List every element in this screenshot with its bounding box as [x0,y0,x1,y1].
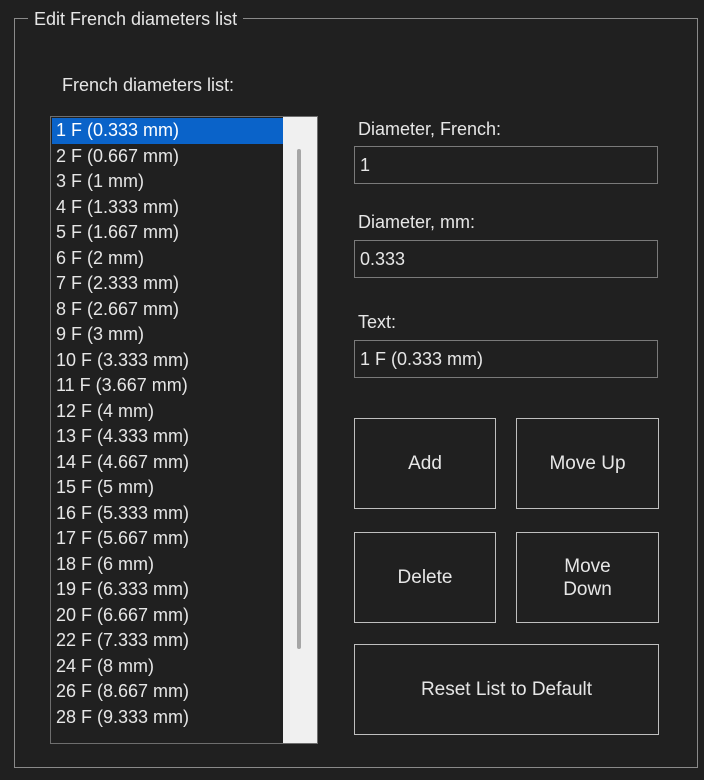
list-item[interactable]: 13 F (4.333 mm) [52,424,284,450]
list-item[interactable]: 22 F (7.333 mm) [52,628,284,654]
scrollbar-thumb[interactable] [297,149,301,649]
list-item[interactable]: 17 F (5.667 mm) [52,526,284,552]
add-button[interactable]: Add [354,418,496,509]
diameter-mm-input[interactable] [354,240,658,278]
diameter-french-input[interactable] [354,146,658,184]
list-item[interactable]: 19 F (6.333 mm) [52,577,284,603]
text-label: Text: [358,312,397,332]
list-item[interactable]: 15 F (5 mm) [52,475,284,501]
list-item[interactable]: 24 F (8 mm) [52,654,284,680]
list-item[interactable]: 6 F (2 mm) [52,246,284,272]
list-item[interactable]: 3 F (1 mm) [52,169,284,195]
text-input[interactable] [354,340,658,378]
list-item[interactable]: 28 F (9.333 mm) [52,705,284,731]
french-diameters-listbox[interactable]: 1 F (0.333 mm) 2 F (0.667 mm) 3 F (1 mm) 4 … [50,116,318,744]
list-item[interactable]: 11 F (3.667 mm) [52,373,284,399]
list-item[interactable]: 9 F (3 mm) [52,322,284,348]
list-item[interactable]: 8 F (2.667 mm) [52,297,284,323]
list-item[interactable]: 10 F (3.333 mm) [52,348,284,374]
dialog-root: Edit French diameters list French diamet… [0,0,704,780]
group-title: Edit French diameters list [28,8,244,30]
delete-button[interactable]: Delete [354,532,496,623]
list-item[interactable]: 12 F (4 mm) [52,399,284,425]
list-item[interactable]: 7 F (2.333 mm) [52,271,284,297]
list-item[interactable]: 20 F (6.667 mm) [52,603,284,629]
list-item[interactable]: 4 F (1.333 mm) [52,195,284,221]
list-item[interactable]: 18 F (6 mm) [52,552,284,578]
move-down-button[interactable]: Move Down [516,532,659,623]
reset-list-button[interactable]: Reset List to Default [354,644,659,735]
list-item[interactable]: 1 F (0.333 mm) [52,118,284,144]
diameter-mm-label: Diameter, mm: [358,212,476,232]
move-up-button[interactable]: Move Up [516,418,659,509]
list-item[interactable]: 2 F (0.667 mm) [52,144,284,170]
listbox-scrollbar[interactable] [283,117,317,743]
list-item[interactable]: 16 F (5.333 mm) [52,501,284,527]
list-item[interactable]: 26 F (8.667 mm) [52,679,284,705]
list-item[interactable]: 5 F (1.667 mm) [52,220,284,246]
list-item[interactable]: 14 F (4.667 mm) [52,450,284,476]
list-items-container: 1 F (0.333 mm) 2 F (0.667 mm) 3 F (1 mm) 4 … [52,118,284,730]
list-label: French diameters list: [62,75,235,95]
diameter-french-label: Diameter, French: [358,119,502,139]
